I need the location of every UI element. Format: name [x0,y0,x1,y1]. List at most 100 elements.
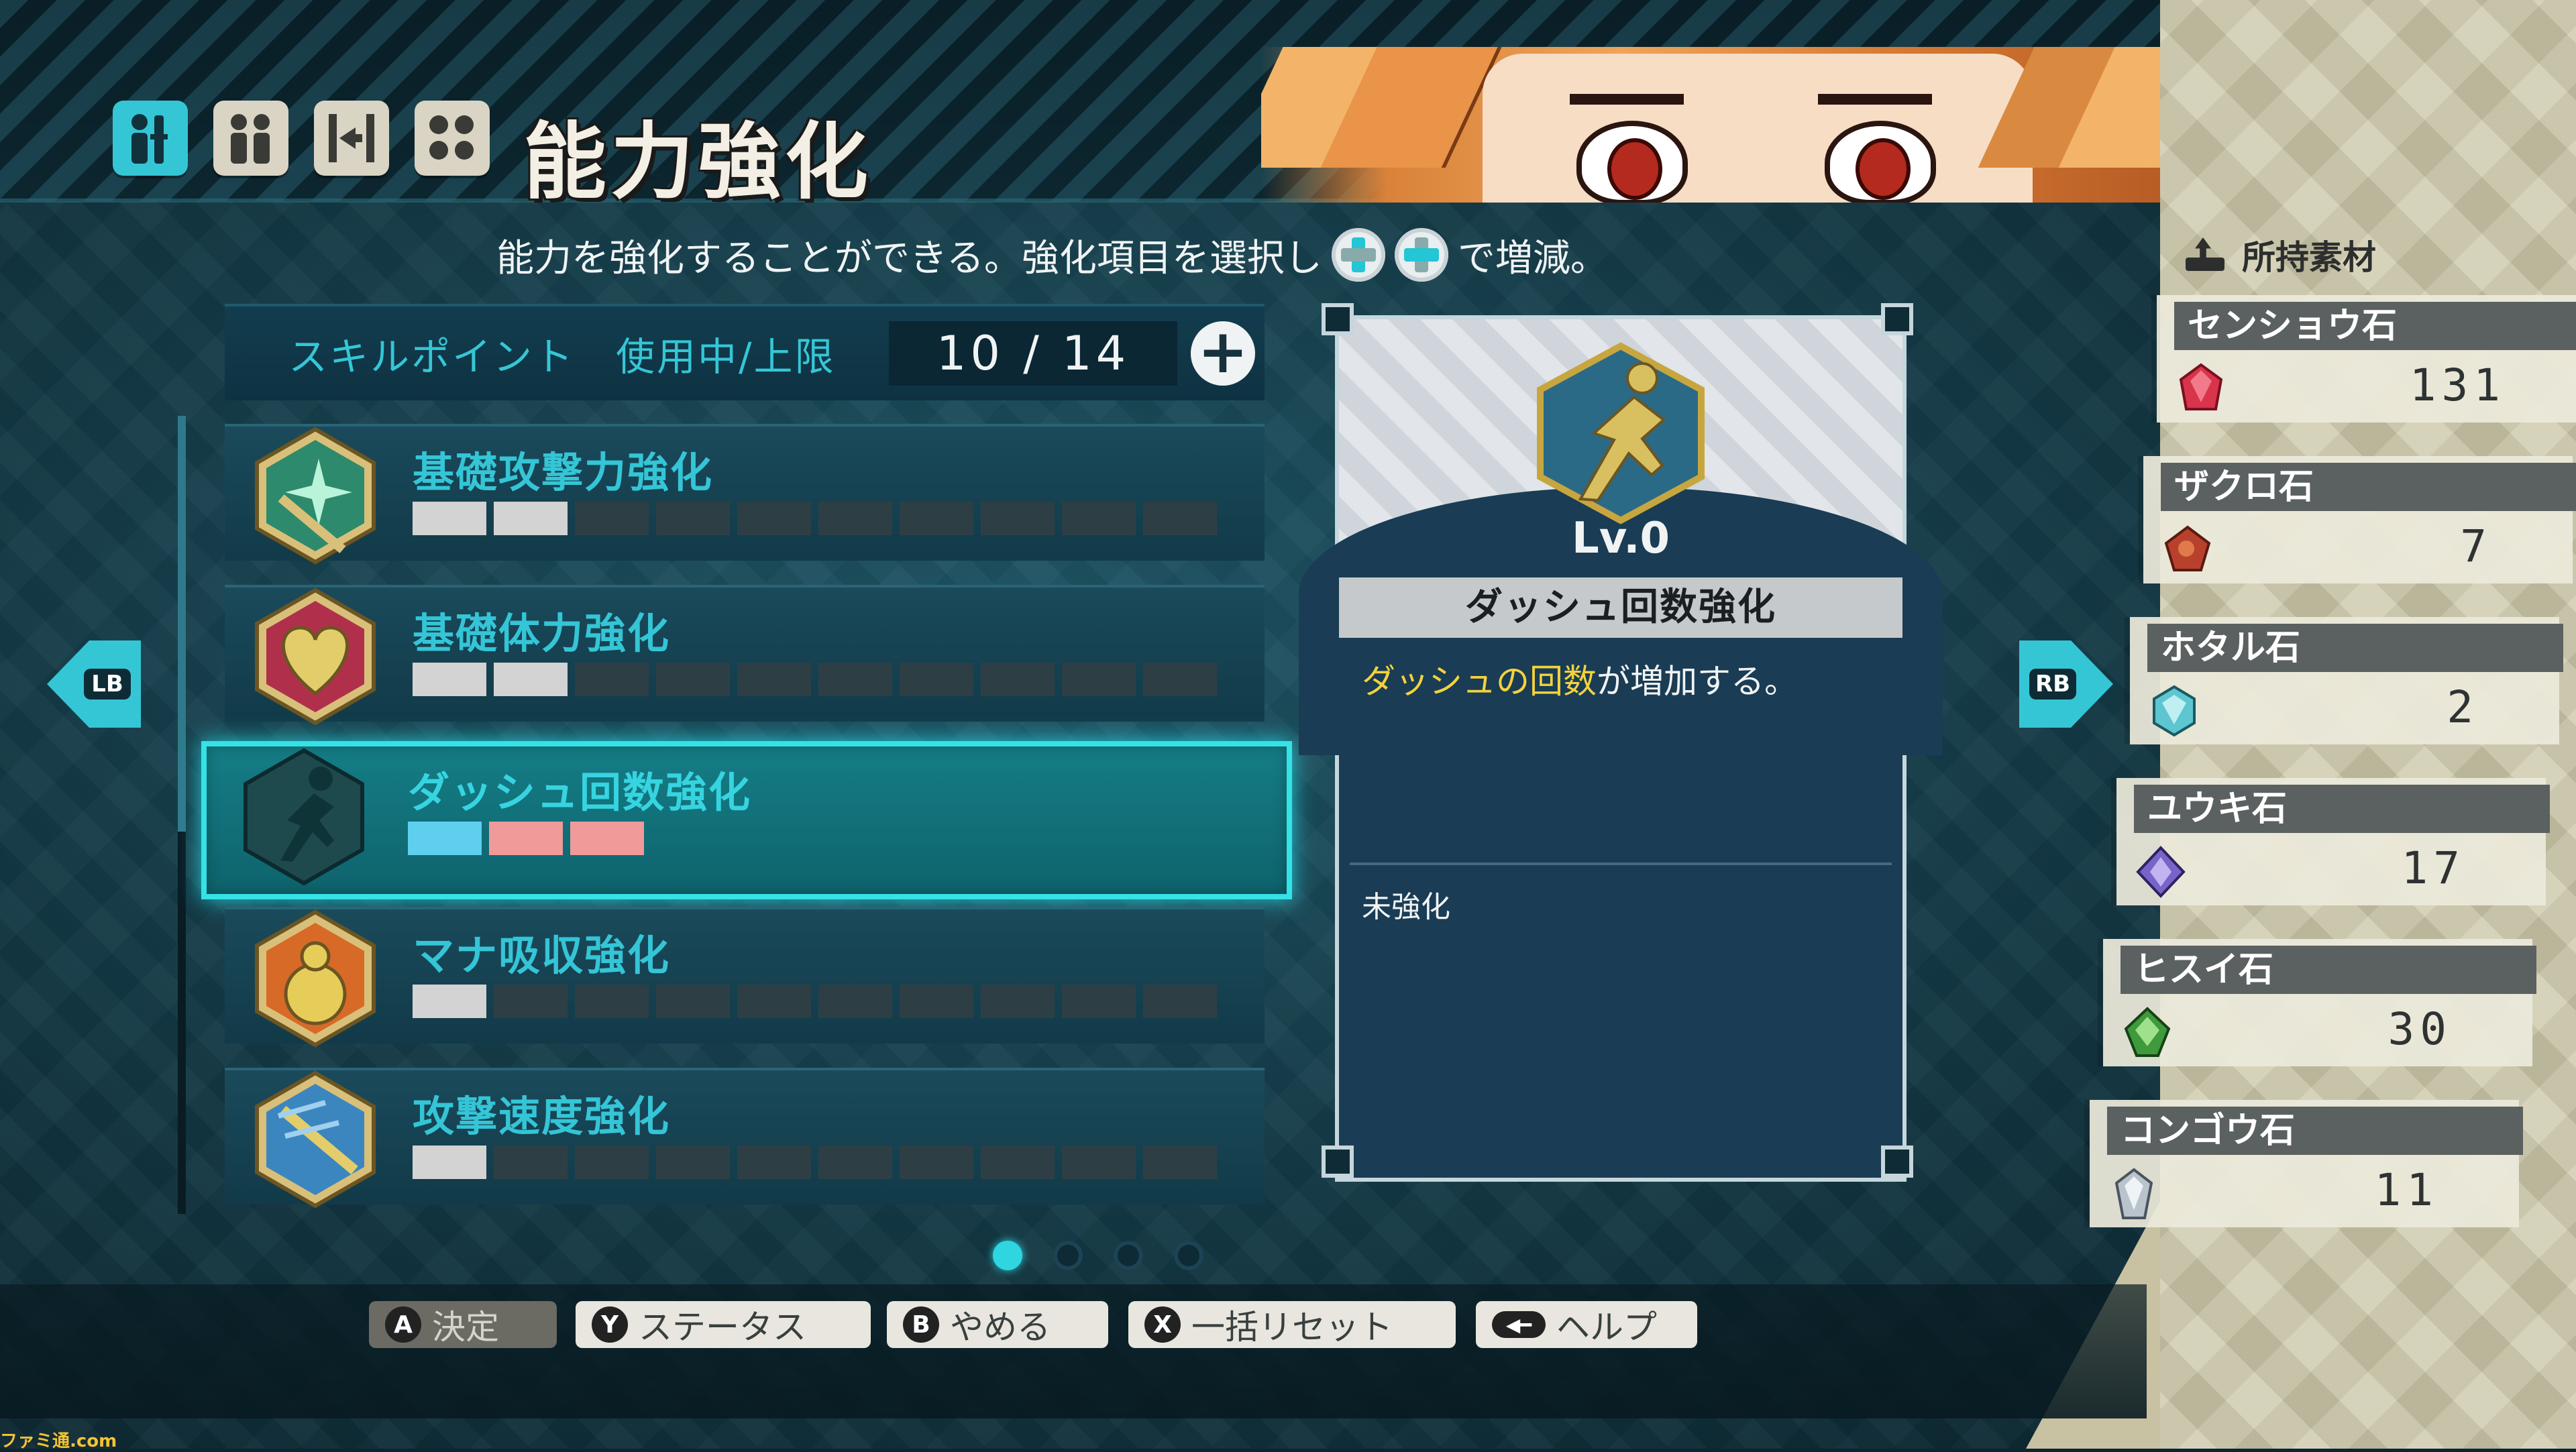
person-pair-icon [131,114,168,164]
materials-header: 所持素材 [2180,231,2376,278]
panel-corner [1881,1146,1913,1178]
detail-desc-highlight: ダッシュの回数 [1362,662,1597,701]
help-button[interactable]: ◀━ ヘルプ [1476,1301,1697,1348]
material-name: ホタル石 [2147,624,2563,672]
add-points-button[interactable]: + [1191,321,1255,386]
character-portrait [1261,47,2160,203]
panel-corner [1881,303,1913,335]
tab-party[interactable] [213,101,288,176]
button-label: ステータス [639,1308,806,1347]
skill-row-health[interactable]: 基礎体力強化 [225,585,1265,726]
skill-level-pips [408,822,644,855]
material-name: センショウ石 [2174,302,2576,350]
skill-level-pips [413,502,1217,535]
material-count: 7 [2460,520,2492,572]
skill-row-speed[interactable]: 攻撃速度強化 [225,1068,1265,1209]
dash-runner-icon [1537,342,1705,524]
material-item: センショウ石 131 [2157,295,2576,423]
skill-name: 基礎攻撃力強化 [413,448,714,497]
party-icon [231,114,270,164]
material-count: 17 [2401,842,2465,894]
skill-level-pips [413,663,1217,696]
material-item: ホタル石 2 [2130,617,2563,744]
ability-dots-icon [429,115,474,160]
dpad-leftright-icon [1394,228,1448,282]
cancel-button[interactable]: B やめる [887,1301,1108,1348]
rb-label: RB [2029,669,2076,700]
material-item: ユウキ石 17 [2116,778,2550,905]
sword-speed-icon [255,1070,376,1209]
reset-all-button[interactable]: X 一括リセット [1128,1301,1456,1348]
instruction-suffix: で増減。 [1457,236,1608,280]
detail-status: 未強化 [1362,890,1450,924]
tab-equipment[interactable] [314,101,389,176]
material-name: コンゴウ石 [2107,1107,2523,1155]
skill-list-scrollbar[interactable] [178,416,186,1214]
lb-label: LB [84,669,131,700]
left-brow [1570,94,1684,105]
material-name: ザクロ石 [2161,463,2576,511]
left-eye [1576,121,1688,203]
skill-points-bar: スキルポイント 使用中/上限 10 / 14 + [225,304,1265,400]
skill-name: マナ吸収強化 [413,931,671,980]
lb-button[interactable]: LB [47,640,141,728]
tab-ability[interactable] [415,101,490,176]
material-name: ユウキ石 [2134,785,2550,833]
skill-level-pips [413,985,1217,1018]
tab-status[interactable] [113,101,188,176]
confirm-button[interactable]: A 決定 [369,1301,557,1348]
heart-icon [255,588,376,726]
detail-description: ダッシュの回数が増加する。 [1362,655,1798,703]
garnet-gem-icon [2164,525,2211,571]
skill-detail-panel: Lv.0 ダッシュ回数強化 ダッシュの回数が増加する。 未強化 [1299,315,1943,1182]
skill-level-pips [413,1146,1217,1179]
material-item: コンゴウ石 11 [2090,1100,2523,1227]
upload-hand-icon [2180,233,2227,276]
sword-star-icon [255,427,376,565]
button-label: やめる [950,1308,1051,1347]
a-button-icon: A [385,1306,421,1343]
red-gem-icon [2179,363,2223,410]
material-item: ヒスイ石 30 [2103,939,2536,1066]
detail-level: Lv.0 [1571,514,1670,563]
skill-row-dash[interactable]: ダッシュ回数強化 [201,741,1292,899]
amethyst-gem-icon [2136,846,2186,898]
skill-points-box: 10 / 14 [889,321,1177,386]
material-count: 30 [2387,1003,2452,1055]
scroll-thumb[interactable] [178,416,186,832]
skill-points-value: 10 / 14 [936,326,1130,381]
page-dot[interactable] [1114,1241,1143,1270]
status-button[interactable]: Y ステータス [576,1301,871,1348]
material-count: 11 [2374,1164,2438,1216]
right-eye [1825,121,1936,203]
material-item: ザクロ石 7 [2143,456,2576,583]
view-button-icon: ◀━ [1492,1311,1546,1338]
dpad-updown-icon [1331,228,1385,282]
page-dot[interactable] [993,1241,1022,1270]
rb-button[interactable]: RB [2019,640,2113,728]
button-label: ヘルプ [1556,1308,1657,1347]
equipment-icon [329,114,374,162]
skill-name: ダッシュ回数強化 [408,768,752,817]
detail-desc-rest: が増加する。 [1597,662,1798,701]
y-button-icon: Y [592,1306,628,1343]
right-brow [1818,94,1932,105]
material-count: 131 [2409,359,2506,411]
page-dot[interactable] [1053,1241,1083,1270]
detail-divider [1350,862,1892,865]
instruction-line: 能力を強化することができる。強化項目を選択し で増減。 [496,228,1608,282]
watermark: ファミ通.com [0,1431,117,1451]
b-button-icon: B [903,1306,939,1343]
button-label: 決定 [432,1308,499,1347]
button-label: 一括リセット [1191,1308,1393,1347]
page-dot[interactable] [1174,1241,1203,1270]
materials-title: 所持素材 [2242,238,2376,277]
menu-tabs [113,101,490,176]
skill-row-attack[interactable]: 基礎攻撃力強化 [225,424,1265,565]
panel-corner [1322,303,1354,335]
skill-row-mana[interactable]: マナ吸収強化 [225,907,1265,1048]
diamond-gem-icon [2114,1168,2153,1219]
panel-corner [1322,1146,1354,1178]
skill-name: 攻撃速度強化 [413,1092,671,1141]
page-title: 能力強化 [523,114,873,211]
